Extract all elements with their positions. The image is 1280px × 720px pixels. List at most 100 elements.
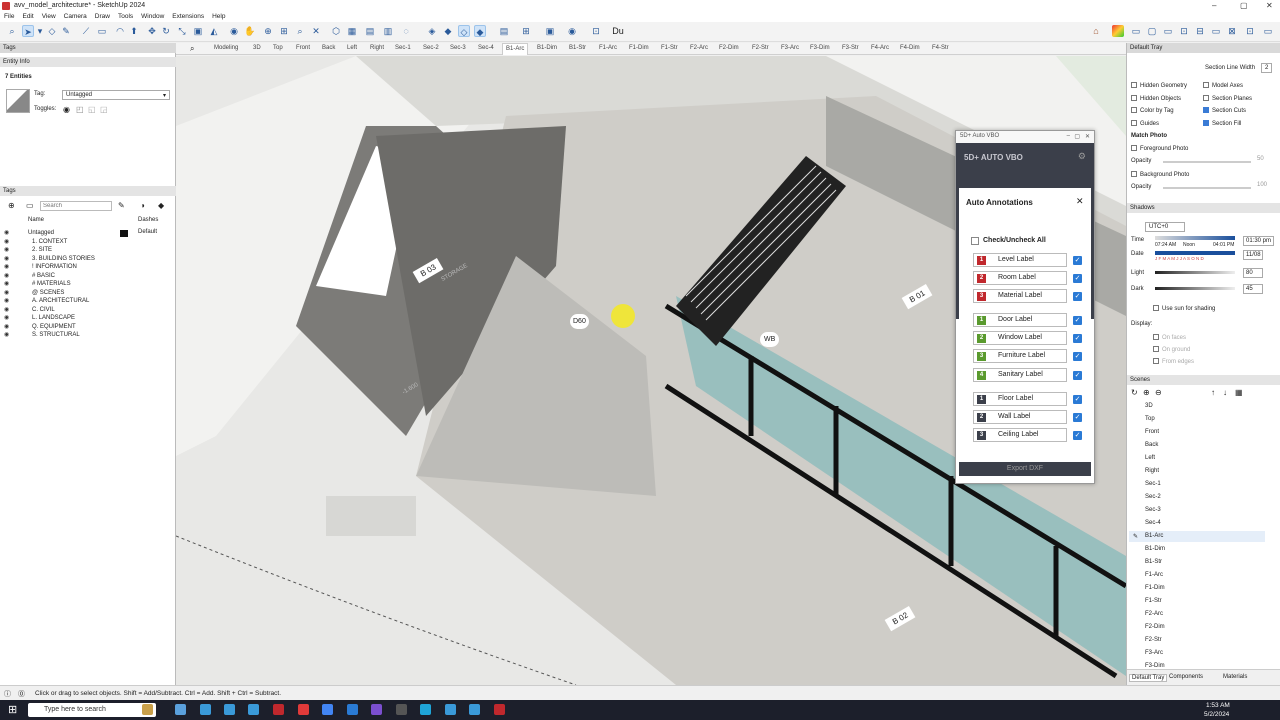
minimize-icon[interactable]: – <box>1212 1 1216 10</box>
plugin-f-icon[interactable]: ⊡ <box>1244 25 1256 37</box>
tag-row[interactable]: ◉ 3. BUILDING STORIES <box>4 255 95 262</box>
plugin-g-icon[interactable]: ▭ <box>1262 25 1274 37</box>
menu-view[interactable]: View <box>38 12 60 20</box>
annotation-checkbox[interactable]: ✓ <box>1073 256 1082 265</box>
name-column-header[interactable]: Name <box>28 217 44 223</box>
checkbox-box[interactable] <box>1131 82 1137 88</box>
app-icon[interactable] <box>445 704 456 715</box>
edge-icon[interactable] <box>420 704 431 715</box>
section-fill-icon[interactable]: ◆ <box>474 25 486 37</box>
checkbox-box[interactable] <box>1131 119 1137 126</box>
style-checkbox[interactable]: Guides <box>1131 119 1159 127</box>
bg-opacity-value[interactable]: 100 <box>1257 182 1267 188</box>
menu-edit[interactable]: Edit <box>18 12 37 20</box>
scene-tab[interactable]: B1-Str <box>569 45 586 51</box>
annotation-checkbox[interactable]: ✓ <box>1073 316 1082 325</box>
app-icon[interactable] <box>494 704 505 715</box>
checkbox-box[interactable] <box>1131 94 1137 101</box>
scene-tab[interactable]: Front <box>296 45 310 51</box>
rectangle-tool-icon[interactable]: ▭ <box>96 25 108 37</box>
arc-tool-icon[interactable]: ◠ <box>114 25 126 37</box>
visibility-eye-icon[interactable]: ◉ <box>4 255 12 262</box>
visibility-eye-icon[interactable]: ◉ <box>4 331 12 338</box>
plugin-a-icon[interactable]: ▭ <box>1162 25 1174 37</box>
use-sun-checkbox[interactable]: Use sun for shading <box>1153 305 1215 312</box>
annotation-checkbox[interactable]: ✓ <box>1073 334 1082 343</box>
dark-slider[interactable] <box>1155 287 1235 290</box>
plugin-b-icon[interactable]: ⊡ <box>1178 25 1190 37</box>
pencil-icon[interactable]: ✎ <box>60 25 72 37</box>
default-tray-header[interactable]: Default Tray <box>1127 43 1280 53</box>
date-slider[interactable] <box>1155 251 1235 255</box>
tag-row[interactable]: ◉ @ SCENES <box>4 289 64 296</box>
tape-measure-icon[interactable]: ◭ <box>208 25 220 37</box>
app-icon[interactable] <box>200 704 211 715</box>
taskbar-search-input[interactable]: Type here to search <box>28 703 156 717</box>
visibility-eye-icon[interactable]: ◉ <box>4 263 12 270</box>
checkbox-box[interactable] <box>1203 107 1209 113</box>
search-icon[interactable]: ⌕ <box>6 25 18 37</box>
scene-tab[interactable]: F4-Str <box>932 45 949 51</box>
close-icon[interactable]: ✕ <box>1266 1 1273 10</box>
annotation-checkbox[interactable]: ✓ <box>1073 395 1082 404</box>
tag-dashes[interactable]: Default <box>138 229 157 235</box>
style-checkbox[interactable]: Section Fill <box>1203 119 1241 127</box>
pan-icon[interactable]: ✋ <box>244 25 256 37</box>
rotate-tool-icon[interactable]: ↻ <box>160 25 172 37</box>
style-checkbox[interactable]: Section Planes <box>1203 94 1252 102</box>
date-input[interactable]: 11/08 <box>1243 250 1263 260</box>
checkbox-box[interactable] <box>1203 82 1209 88</box>
scene-item[interactable]: F1-Dim <box>1145 585 1165 591</box>
tag-row[interactable]: ◉ L. LANDSCAPE <box>4 314 75 321</box>
select-tool-icon[interactable]: ➤ <box>22 25 34 37</box>
warehouse-icon[interactable]: ⌂ <box>1090 25 1102 37</box>
right-view-icon[interactable]: ▥ <box>382 25 394 37</box>
annotation-row[interactable]: 2 Window Label <box>973 331 1067 345</box>
sketchup-taskbar-icon[interactable] <box>273 704 284 715</box>
vscode-icon[interactable] <box>347 704 358 715</box>
annotation-checkbox[interactable]: ✓ <box>1073 274 1082 283</box>
annotation-row[interactable]: 1 Floor Label <box>973 392 1067 406</box>
tab-components[interactable]: Components <box>1169 674 1203 680</box>
style-checkbox[interactable]: Section Cuts <box>1203 107 1246 114</box>
app-icon[interactable] <box>396 704 407 715</box>
menu-file[interactable]: File <box>0 12 18 20</box>
scene-item[interactable]: Sec-4 <box>1145 520 1161 526</box>
annotation-row[interactable]: 3 Material Label <box>973 289 1067 303</box>
scene-item[interactable]: F3-Arc <box>1145 650 1163 656</box>
time-input[interactable]: 01:30 pm <box>1243 236 1275 246</box>
annotation-checkbox[interactable]: ✓ <box>1073 352 1082 361</box>
scene-tab[interactable]: F1-Arc <box>599 45 617 51</box>
light-input[interactable]: 80 <box>1243 268 1263 278</box>
scene-tab[interactable]: F2-Str <box>752 45 769 51</box>
scene-item[interactable]: Front <box>1145 429 1159 435</box>
front-view-icon[interactable]: ▤ <box>364 25 376 37</box>
minimize-icon[interactable]: – <box>1067 133 1070 139</box>
scene-item[interactable]: F1-Arc <box>1145 572 1163 578</box>
previous-view-icon[interactable]: ✕ <box>310 25 322 37</box>
scene-tab[interactable]: F3-Str <box>842 45 859 51</box>
visibility-eye-icon[interactable]: ◉ <box>4 289 12 296</box>
chrome-icon[interactable] <box>322 704 333 715</box>
checkbox-box[interactable] <box>1203 94 1209 101</box>
app-icon[interactable] <box>224 704 235 715</box>
scenes-icon[interactable]: ▤ <box>498 25 510 37</box>
light-slider[interactable] <box>1155 271 1235 274</box>
scene-item[interactable]: B1-Dim <box>1145 546 1165 552</box>
app-icon[interactable] <box>298 704 309 715</box>
tag-row[interactable]: ◉ Untagged <box>4 229 54 236</box>
annotation-row[interactable]: 3 Furniture Label <box>973 349 1067 363</box>
dark-input[interactable]: 45 <box>1243 284 1263 294</box>
lock-toggle-icon[interactable]: ◲ <box>100 105 108 114</box>
close-icon[interactable]: ✕ <box>1085 133 1090 140</box>
timezone-select[interactable]: UTC+0 <box>1145 222 1185 232</box>
annotation-row[interactable]: 3 Ceiling Label <box>973 428 1067 442</box>
tags-panel-header[interactable]: Tags <box>0 186 176 196</box>
scenes-header[interactable]: Scenes <box>1127 375 1280 385</box>
line-tool-icon[interactable]: ⟋ <box>80 25 92 37</box>
details-icon[interactable]: ◆ <box>158 201 164 210</box>
extension-manager-icon[interactable] <box>1112 25 1124 37</box>
shadows-header[interactable]: Shadows <box>1127 203 1280 213</box>
tag-row[interactable]: ◉ S. STRUCTURAL <box>4 331 80 338</box>
search-scenes-icon[interactable]: ⌕ <box>190 44 194 54</box>
